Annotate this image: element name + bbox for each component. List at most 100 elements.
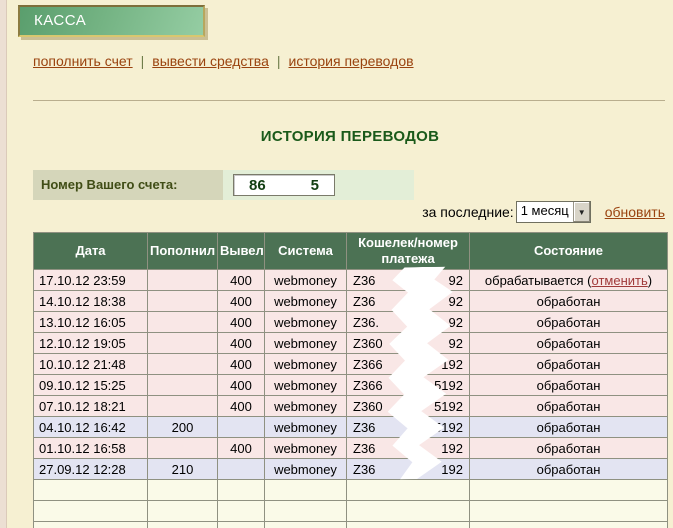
status-cell: обработан	[470, 354, 668, 375]
system-cell: webmoney	[265, 438, 347, 459]
withdraw-cell: 400	[218, 375, 265, 396]
system-cell: webmoney	[265, 333, 347, 354]
withdraw-cell: 400	[218, 333, 265, 354]
empty-cell	[265, 522, 347, 528]
system-cell: webmoney	[265, 375, 347, 396]
table-row: 27.09.12 12:28210 webmoney Z36 192 обработан	[34, 459, 668, 480]
date-cell: 09.10.12 15:25	[34, 375, 148, 396]
refresh-link[interactable]: обновить	[605, 204, 665, 220]
withdraw-cell: 400	[218, 396, 265, 417]
deposit-cell: 200	[148, 417, 218, 438]
wallet-suffix: 92	[449, 336, 463, 351]
status-cell: обработан	[470, 291, 668, 312]
withdraw-cell: 400	[218, 438, 265, 459]
header-date: Дата	[34, 233, 148, 270]
withdraw-cell: 400	[218, 291, 265, 312]
status-cell: обработан	[470, 396, 668, 417]
deposit-cell	[148, 396, 218, 417]
period-filter-label: за последние:	[422, 204, 514, 220]
system-cell: webmoney	[265, 459, 347, 480]
withdraw-cell	[218, 459, 265, 480]
period-select[interactable]: 1 месяц ▼	[516, 201, 591, 223]
withdraw-cell: 400	[218, 354, 265, 375]
date-cell: 07.10.12 18:21	[34, 396, 148, 417]
account-number-prefix: 86	[249, 177, 266, 194]
header-wallet: Кошелек/номер платежа	[347, 233, 470, 270]
deposit-cell	[148, 375, 218, 396]
date-cell: 10.10.12 21:48	[34, 354, 148, 375]
empty-cell	[218, 480, 265, 501]
account-number-input[interactable]: 86 5	[233, 174, 335, 196]
empty-cell	[34, 522, 148, 528]
header-withdraw: Вывел	[218, 233, 265, 270]
system-cell: webmoney	[265, 291, 347, 312]
nav-link-withdraw[interactable]: вывести средства	[152, 53, 269, 69]
wallet-suffix: 92	[449, 273, 463, 288]
table-row: 10.10.12 21:48400webmoneyZ366192обработа…	[34, 354, 668, 375]
system-cell: webmoney	[265, 396, 347, 417]
empty-table-row	[34, 501, 668, 522]
table-row: 17.10.12 23:59400webmoneyZ3692обрабатыва…	[34, 270, 668, 291]
deposit-cell	[148, 291, 218, 312]
wallet-prefix: Z36	[353, 273, 375, 288]
date-cell: 27.09.12 12:28	[34, 459, 148, 480]
status-cell: обработан	[470, 438, 668, 459]
wallet-suffix: 192	[441, 462, 463, 477]
date-cell: 12.10.12 19:05	[34, 333, 148, 354]
wallet-prefix: Z36	[353, 294, 375, 309]
withdraw-cell: 400	[218, 312, 265, 333]
table-row: 04.10.12 16:42200webmoneyZ365192обработа…	[34, 417, 668, 438]
cancel-link[interactable]: отменить	[592, 273, 648, 288]
empty-table-row	[34, 522, 668, 528]
empty-cell	[148, 522, 218, 528]
empty-cell	[148, 480, 218, 501]
withdraw-cell	[218, 417, 265, 438]
deposit-cell	[148, 312, 218, 333]
header-system: Система	[265, 233, 347, 270]
empty-cell	[148, 501, 218, 522]
empty-cell	[347, 501, 470, 522]
account-number-label: Номер Вашего счета:	[33, 170, 223, 200]
date-cell: 13.10.12 16:05	[34, 312, 148, 333]
empty-cell	[34, 501, 148, 522]
wallet-prefix: Z36	[353, 441, 375, 456]
wallet-prefix: Z360	[353, 336, 383, 351]
status-cell: обработан	[470, 375, 668, 396]
history-table-header: Дата Пополнил Вывел Система Кошелек/номе…	[34, 233, 668, 270]
empty-cell	[265, 480, 347, 501]
status-cell: обработан	[470, 459, 668, 480]
nav-link-history[interactable]: история переводов	[289, 53, 414, 69]
deposit-cell	[148, 270, 218, 291]
wallet-suffix: 5192	[434, 399, 463, 414]
empty-cell	[347, 522, 470, 528]
system-cell: webmoney	[265, 312, 347, 333]
nav-link-topup[interactable]: пополнить счет	[33, 53, 133, 69]
empty-cell	[470, 501, 668, 522]
kassa-panel: КАССА	[18, 5, 205, 37]
account-number-suffix: 5	[311, 177, 319, 194]
system-cell: webmoney	[265, 354, 347, 375]
deposit-cell	[148, 333, 218, 354]
period-select-value: 1 месяц	[517, 202, 573, 222]
table-row: 13.10.12 16:05400webmoneyZ36.92обработан	[34, 312, 668, 333]
wallet-prefix: Z366	[353, 378, 383, 393]
withdraw-cell: 400	[218, 270, 265, 291]
wallet-prefix: Z36.	[353, 315, 379, 330]
chevron-down-icon[interactable]: ▼	[573, 202, 590, 222]
divider-line	[33, 100, 665, 101]
account-number-row: Номер Вашего счета: 86 5	[33, 170, 414, 200]
history-table: Дата Пополнил Вывел Система Кошелек/номе…	[33, 232, 668, 528]
date-cell: 14.10.12 18:38	[34, 291, 148, 312]
status-cell: обработан	[470, 333, 668, 354]
empty-cell	[34, 480, 148, 501]
wallet-prefix: Z36	[353, 462, 375, 477]
empty-table-row	[34, 480, 668, 501]
status-cell: обрабатывается (отменить)	[470, 270, 668, 291]
date-cell: 17.10.12 23:59	[34, 270, 148, 291]
date-cell: 01.10.12 16:58	[34, 438, 148, 459]
table-row: 07.10.12 18:21400webmoneyZ3605192обработ…	[34, 396, 668, 417]
deposit-cell: 210	[148, 459, 218, 480]
page: КАССА пополнить счет|вывести средства|ис…	[0, 0, 673, 528]
status-cell: обработан	[470, 417, 668, 438]
empty-cell	[347, 480, 470, 501]
